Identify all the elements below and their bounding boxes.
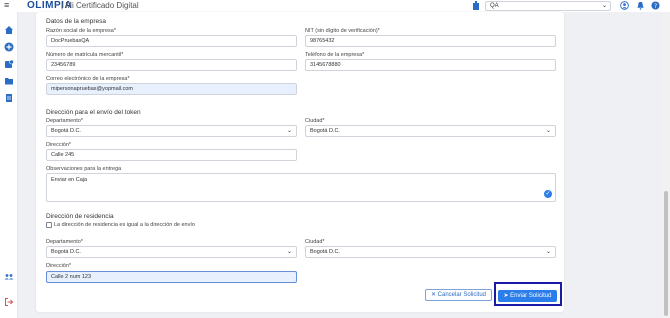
svg-text:?: ?	[654, 3, 657, 10]
residence-direccion-input[interactable]: Calle 2 num 123	[46, 271, 297, 283]
residence-ciudad-select[interactable]: Bogotá D.C. ⌄	[305, 246, 556, 258]
correo-input[interactable]: mipersonapruebas@yopmail.com	[46, 83, 297, 95]
razon-social-label: Razón social de la empresa*	[46, 28, 117, 34]
users-icon[interactable]	[4, 272, 14, 282]
token-departamento-select[interactable]: Bogotá D.C. ⌄	[46, 125, 297, 137]
help-icon[interactable]: ?	[651, 1, 660, 10]
chevron-down-icon: ⌄	[601, 3, 607, 9]
company-section-title: Datos de la empresa	[46, 18, 106, 25]
residence-departamento-select[interactable]: Bogotá D.C. ⌄	[46, 246, 297, 258]
residence-section-title: Dirección de residencia	[46, 213, 114, 220]
token-address-section-title: Dirección para el envío del token	[46, 109, 141, 116]
chevron-down-icon: ⌄	[286, 249, 292, 255]
token-departamento-value: Bogotá D.C.	[51, 128, 81, 134]
document-icon[interactable]	[4, 93, 14, 103]
residence-departamento-value: Bogotá D.C.	[51, 249, 81, 255]
app-title: | Mi Certificado Digital	[61, 1, 139, 10]
token-ciudad-select[interactable]: Bogotá D.C. ⌄	[305, 125, 556, 137]
matricula-input[interactable]: 23456789	[46, 59, 297, 71]
same-address-label[interactable]: La dirección de residencia es igual a la…	[54, 222, 195, 229]
bell-icon[interactable]	[636, 1, 645, 10]
nit-label: NIT (sin dígito de verificación)*	[305, 28, 380, 34]
token-direccion-label: Dirección*	[46, 142, 72, 148]
residence-departamento-label: Departamento*	[46, 239, 83, 245]
razon-social-input[interactable]: DocPruebasQA	[46, 35, 297, 47]
certificate-icon[interactable]	[4, 59, 14, 69]
add-circle-icon[interactable]	[4, 42, 14, 52]
token-direccion-input[interactable]: Calle 245	[46, 149, 297, 161]
user-icon[interactable]	[620, 1, 629, 10]
correo-label: Correo electrónico de la empresa*	[46, 76, 130, 82]
token-ciudad-label: Ciudad*	[305, 118, 325, 124]
same-address-checkbox[interactable]	[46, 222, 52, 228]
chevron-down-icon: ⌄	[286, 128, 292, 134]
matricula-label: Número de matrícula mercantil*	[46, 52, 124, 58]
building-icon	[473, 1, 479, 10]
organization-select[interactable]: QA ⌄	[485, 1, 611, 11]
folder-icon[interactable]	[4, 76, 14, 86]
send-request-button[interactable]: ➤ Enviar Solicitud	[498, 290, 557, 302]
menu-icon[interactable]: ≡	[4, 1, 9, 10]
chevron-down-icon: ⌄	[545, 249, 551, 255]
sidebar	[0, 12, 18, 318]
observaciones-textarea[interactable]: Enviar en Caja ✓	[46, 173, 556, 202]
top-bar: ≡ OLIMPIA | Mi Certificado Digital QA ⌄ …	[0, 0, 670, 12]
telefono-input[interactable]: 3145678880	[305, 59, 556, 71]
observaciones-label: Observaciones para la entrega	[46, 166, 122, 172]
check-icon: ✓	[544, 190, 552, 198]
residence-ciudad-label: Ciudad*	[305, 239, 325, 245]
chevron-down-icon: ⌄	[545, 128, 551, 134]
token-ciudad-value: Bogotá D.C.	[310, 128, 340, 134]
token-departamento-label: Departamento*	[46, 118, 83, 124]
logout-icon[interactable]	[4, 297, 14, 307]
organization-select-value: QA	[490, 3, 499, 9]
telefono-label: Teléfono de la empresa*	[305, 52, 365, 58]
nit-input[interactable]: 98765432	[305, 35, 556, 47]
home-icon[interactable]	[4, 25, 14, 35]
cancel-request-button[interactable]: ✕ Cancelar Solicitud	[425, 289, 492, 301]
page-scrollbar-thumb[interactable]	[664, 191, 668, 316]
residence-direccion-label: Dirección*	[46, 263, 72, 269]
observaciones-value: Enviar en Caja	[51, 177, 88, 183]
residence-ciudad-value: Bogotá D.C.	[310, 249, 340, 255]
